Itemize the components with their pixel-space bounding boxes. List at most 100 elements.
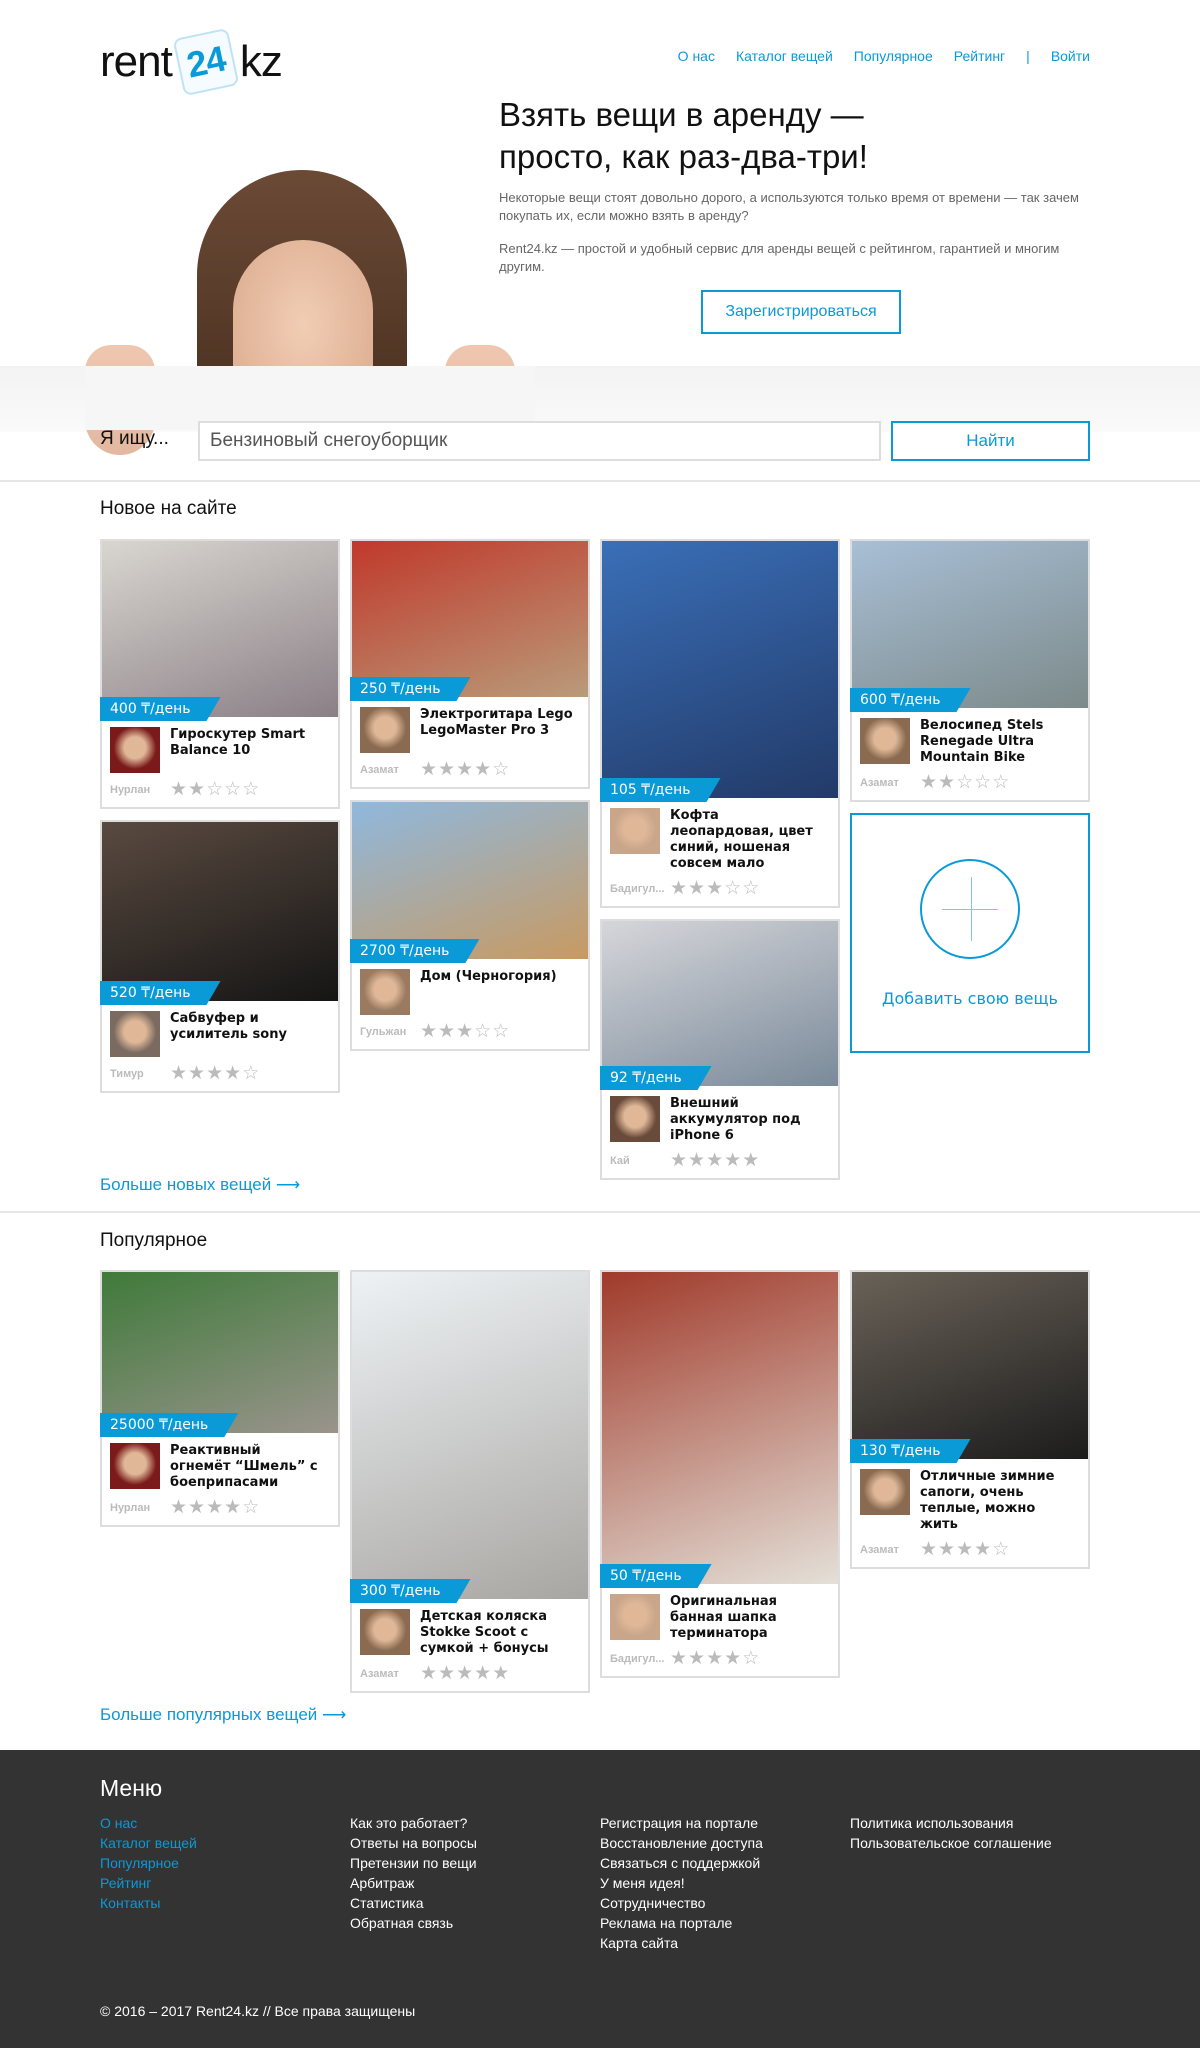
star-filled-icon: ★	[438, 1663, 457, 1684]
item-card[interactable]: 105 ₸/день Кофта леопардовая, цвет синий,…	[600, 539, 840, 908]
item-image[interactable]: 2700 ₸/день	[352, 802, 588, 959]
grid-column: 25000 ₸/день Реактивный огнемёт “Шмель” с…	[100, 1270, 340, 1527]
owner-name[interactable]: Азамат	[860, 777, 920, 789]
search-input[interactable]	[198, 421, 881, 461]
item-image[interactable]: 300 ₸/день	[352, 1272, 588, 1599]
item-card[interactable]: 25000 ₸/день Реактивный огнемёт “Шмель” с…	[100, 1270, 340, 1527]
star-filled-icon: ★	[224, 1063, 243, 1084]
item-title[interactable]: Отличные зимние сапоги, очень теплые, мо…	[920, 1469, 1075, 1533]
footer-link[interactable]: Контакты	[100, 1893, 197, 1913]
star-empty-icon: ☆	[992, 1539, 1011, 1560]
add-item-label: Добавить свою вещь	[882, 988, 1058, 1008]
owner-name[interactable]: Кай	[610, 1155, 670, 1167]
footer-link[interactable]: О нас	[100, 1813, 197, 1833]
nav-login[interactable]: Войти	[1051, 48, 1090, 64]
item-meta: Нурлан ★★★★☆	[110, 1498, 330, 1517]
owner-name[interactable]: Бадигул...	[610, 1653, 670, 1665]
item-card[interactable]: 92 ₸/день Внешний аккумулятор под iPhone …	[600, 919, 840, 1180]
footer-link[interactable]: Каталог вещей	[100, 1833, 197, 1853]
grid-column: 600 ₸/день Велосипед Stels Renegade Ultra…	[850, 539, 1090, 1053]
owner-avatar[interactable]	[360, 1609, 410, 1655]
item-title[interactable]: Гироскутер Smart Balance 10	[170, 727, 325, 773]
item-image[interactable]: 250 ₸/день	[352, 541, 588, 697]
owner-avatar[interactable]	[610, 1594, 660, 1640]
footer-link[interactable]: Ответы на вопросы	[350, 1833, 477, 1853]
item-card[interactable]: 130 ₸/день Отличные зимние сапоги, очень …	[850, 1270, 1090, 1569]
item-card[interactable]: 250 ₸/день Электрогитара Lego LegoMaster …	[350, 539, 590, 789]
footer-link[interactable]: Восстановление доступа	[600, 1833, 763, 1853]
footer-link[interactable]: Карта сайта	[600, 1933, 763, 1953]
footer-link[interactable]: У меня идея!	[600, 1873, 763, 1893]
owner-avatar[interactable]	[110, 1011, 160, 1057]
owner-avatar[interactable]	[110, 727, 160, 773]
owner-avatar[interactable]	[860, 1469, 910, 1515]
item-image[interactable]: 25000 ₸/день	[102, 1272, 338, 1433]
owner-avatar[interactable]	[360, 707, 410, 753]
item-card[interactable]: 300 ₸/день Детская коляска Stokke Scoot с…	[350, 1270, 590, 1693]
item-image[interactable]: 105 ₸/день	[602, 541, 838, 798]
owner-name[interactable]: Азамат	[360, 764, 420, 776]
item-image[interactable]: 92 ₸/день	[602, 921, 838, 1086]
more-new-link[interactable]: Больше новых вещей ⟶	[100, 1175, 300, 1195]
owner-name[interactable]: Бадигул...	[610, 883, 670, 895]
item-image[interactable]: 600 ₸/день	[852, 541, 1088, 708]
item-title[interactable]: Электрогитара Lego LegoMaster Pro 3	[420, 707, 575, 753]
item-title[interactable]: Дом (Черногория)	[420, 969, 575, 1015]
footer-link[interactable]: Реклама на портале	[600, 1913, 763, 1933]
footer-link[interactable]: Регистрация на портале	[600, 1813, 763, 1833]
more-popular-link[interactable]: Больше популярных вещей ⟶	[100, 1705, 346, 1725]
footer-link[interactable]: Обратная связь	[350, 1913, 477, 1933]
item-title[interactable]: Кофта леопардовая, цвет синий, ношеная с…	[670, 808, 825, 872]
star-filled-icon: ★	[706, 1150, 725, 1171]
footer-link[interactable]: Политика использования	[850, 1813, 1052, 1833]
owner-avatar[interactable]	[610, 808, 660, 854]
item-card[interactable]: 400 ₸/день Гироскутер Smart Balance 10 Нур…	[100, 539, 340, 809]
item-card[interactable]: 2700 ₸/день Дом (Черногория) Гульжан ★★★☆☆	[350, 800, 590, 1051]
nav-about[interactable]: О нас	[678, 48, 715, 64]
owner-avatar[interactable]	[610, 1096, 660, 1142]
item-card[interactable]: 600 ₸/день Велосипед Stels Renegade Ultra…	[850, 539, 1090, 802]
nav-catalog[interactable]: Каталог вещей	[736, 48, 833, 64]
footer-link[interactable]: Как это работает?	[350, 1813, 477, 1833]
owner-name[interactable]: Нурлан	[110, 1502, 170, 1514]
footer-link[interactable]: Связаться с поддержкой	[600, 1853, 763, 1873]
item-title[interactable]: Велосипед Stels Renegade Ultra Mountain …	[920, 718, 1075, 766]
footer-link[interactable]: Сотрудничество	[600, 1893, 763, 1913]
owner-name[interactable]: Тимур	[110, 1068, 170, 1080]
item-image[interactable]: 50 ₸/день	[602, 1272, 838, 1584]
item-meta: Азамат ★★★★☆	[360, 760, 580, 779]
footer-link[interactable]: Претензии по вещи	[350, 1853, 477, 1873]
logo[interactable]: rent 24 kz	[100, 27, 283, 97]
nav-popular[interactable]: Популярное	[854, 48, 933, 64]
owner-name[interactable]: Гульжан	[360, 1026, 420, 1038]
footer-link[interactable]: Статистика	[350, 1893, 477, 1913]
owner-avatar[interactable]	[860, 718, 910, 764]
owner-name[interactable]: Азамат	[360, 1668, 420, 1680]
search-button[interactable]: Найти	[891, 421, 1090, 461]
item-image[interactable]: 400 ₸/день	[102, 541, 338, 717]
item-card[interactable]: 520 ₸/день Сабвуфер и усилитель sony Тимур…	[100, 820, 340, 1093]
footer-link[interactable]: Популярное	[100, 1853, 197, 1873]
owner-name[interactable]: Нурлан	[110, 784, 170, 796]
item-title[interactable]: Реактивный огнемёт “Шмель” с боеприпасам…	[170, 1443, 325, 1491]
footer-link[interactable]: Пользовательское соглашение	[850, 1833, 1052, 1853]
star-filled-icon: ★	[188, 779, 207, 800]
owner-name[interactable]: Азамат	[860, 1544, 920, 1556]
item-image[interactable]: 520 ₸/день	[102, 822, 338, 1001]
star-filled-icon: ★	[688, 878, 707, 899]
footer-link[interactable]: Арбитраж	[350, 1873, 477, 1893]
star-filled-icon: ★	[420, 1021, 439, 1042]
item-title[interactable]: Детская коляска Stokke Scoot с сумкой + …	[420, 1609, 575, 1657]
owner-avatar[interactable]	[360, 969, 410, 1015]
owner-avatar[interactable]	[110, 1443, 160, 1489]
item-meta: Кай ★★★★★	[610, 1150, 830, 1171]
nav-rating[interactable]: Рейтинг	[954, 48, 1005, 64]
item-card[interactable]: 50 ₸/день Оригинальная банная шапка терми…	[600, 1270, 840, 1678]
register-button[interactable]: Зарегистрироваться	[701, 290, 901, 334]
item-title[interactable]: Оригинальная банная шапка терминатора	[670, 1594, 825, 1642]
footer-link[interactable]: Рейтинг	[100, 1873, 197, 1893]
add-item-button[interactable]: Добавить свою вещь	[850, 813, 1090, 1053]
item-title[interactable]: Внешний аккумулятор под iPhone 6	[670, 1096, 825, 1144]
item-title[interactable]: Сабвуфер и усилитель sony	[170, 1011, 325, 1057]
item-image[interactable]: 130 ₸/день	[852, 1272, 1088, 1459]
